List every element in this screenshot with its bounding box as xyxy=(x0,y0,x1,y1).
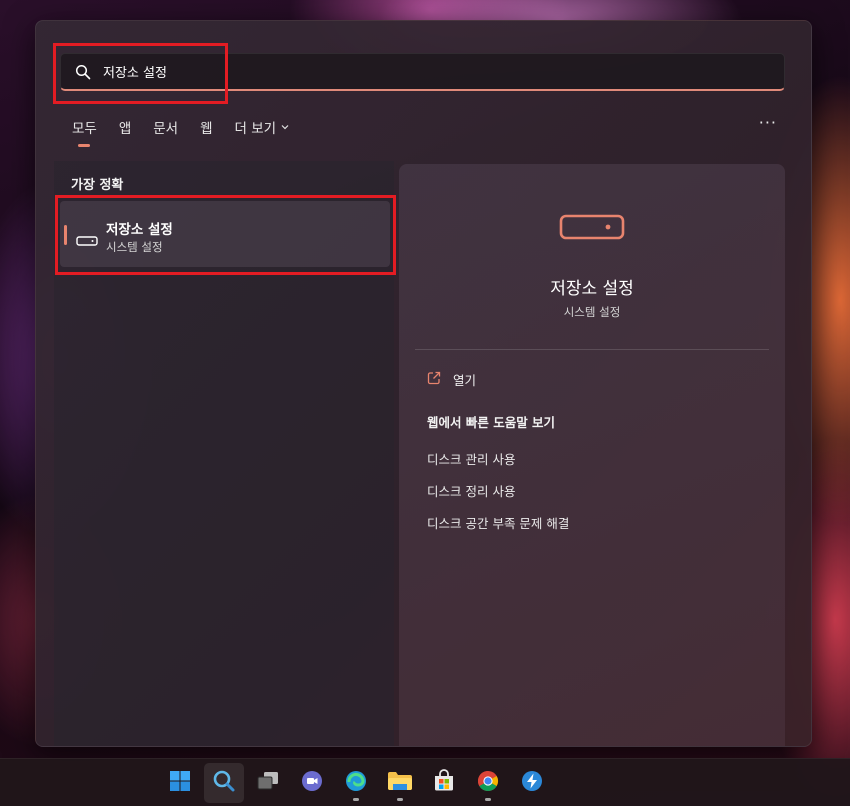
microsoft-store-button[interactable] xyxy=(424,763,464,803)
tab-apps[interactable]: 앱 xyxy=(119,117,131,137)
filter-tabs: 모두 앱 문서 웹 더 보기 xyxy=(72,117,312,137)
edge-icon xyxy=(344,769,368,797)
search-box[interactable] xyxy=(60,53,785,91)
tab-more[interactable]: 더 보기 xyxy=(235,117,291,137)
chrome-button[interactable] xyxy=(468,763,508,803)
tab-web[interactable]: 웹 xyxy=(200,117,212,137)
search-icon xyxy=(75,62,95,82)
tab-all[interactable]: 모두 xyxy=(72,117,97,137)
edge-button[interactable] xyxy=(336,763,376,803)
more-options-button[interactable]: ··· xyxy=(759,115,777,131)
best-match-heading: 가장 정확 xyxy=(71,178,124,193)
running-indicator xyxy=(397,798,403,801)
store-icon xyxy=(432,769,456,797)
chevron-down-icon xyxy=(280,122,290,132)
search-icon xyxy=(212,769,236,797)
help-link-disk-cleanup[interactable]: 디스크 정리 사용 xyxy=(427,481,515,500)
teams-chat-button[interactable] xyxy=(292,763,332,803)
quick-assist-button[interactable] xyxy=(512,763,552,803)
search-input[interactable] xyxy=(101,63,784,80)
folder-icon xyxy=(387,770,413,796)
start-button[interactable] xyxy=(160,763,200,803)
divider xyxy=(415,349,769,350)
result-title: 저장소 설정 xyxy=(106,222,173,238)
open-action[interactable]: 열기 xyxy=(427,370,476,389)
open-label: 열기 xyxy=(453,373,477,388)
preview-subtitle: 시스템 설정 xyxy=(563,305,621,319)
open-external-icon xyxy=(427,370,441,389)
best-match-result[interactable]: 저장소 설정 시스템 설정 xyxy=(60,201,390,267)
selection-indicator xyxy=(64,225,67,245)
task-view-icon xyxy=(256,770,280,796)
running-indicator xyxy=(353,798,359,801)
search-flyout: 모두 앱 문서 웹 더 보기 ··· 가장 정확 저장소 설정 시스템 설정 xyxy=(35,20,812,747)
storage-icon xyxy=(76,231,98,250)
storage-icon xyxy=(559,214,625,244)
search-taskbar-button[interactable] xyxy=(204,763,244,803)
preview-title: 저장소 설정 xyxy=(550,279,634,299)
teams-chat-icon xyxy=(300,769,324,797)
help-link-low-disk-space[interactable]: 디스크 공간 부족 문제 해결 xyxy=(427,513,569,532)
chrome-icon xyxy=(476,769,500,797)
running-indicator xyxy=(485,798,491,801)
windows-logo-icon xyxy=(169,770,191,796)
tab-more-label: 더 보기 xyxy=(234,121,277,137)
file-explorer-button[interactable] xyxy=(380,763,420,803)
result-subtitle: 시스템 설정 xyxy=(106,240,163,254)
preview-pane: 저장소 설정 시스템 설정 열기 웹에서 빠른 도움말 보기 디스크 관리 사용… xyxy=(399,164,785,746)
help-link-disk-management[interactable]: 디스크 관리 사용 xyxy=(427,449,515,468)
quick-assist-icon xyxy=(520,769,544,797)
tab-documents[interactable]: 문서 xyxy=(153,117,178,137)
taskbar xyxy=(0,758,850,806)
web-help-heading: 웹에서 빠른 도움말 보기 xyxy=(427,415,556,430)
task-view-button[interactable] xyxy=(248,763,288,803)
